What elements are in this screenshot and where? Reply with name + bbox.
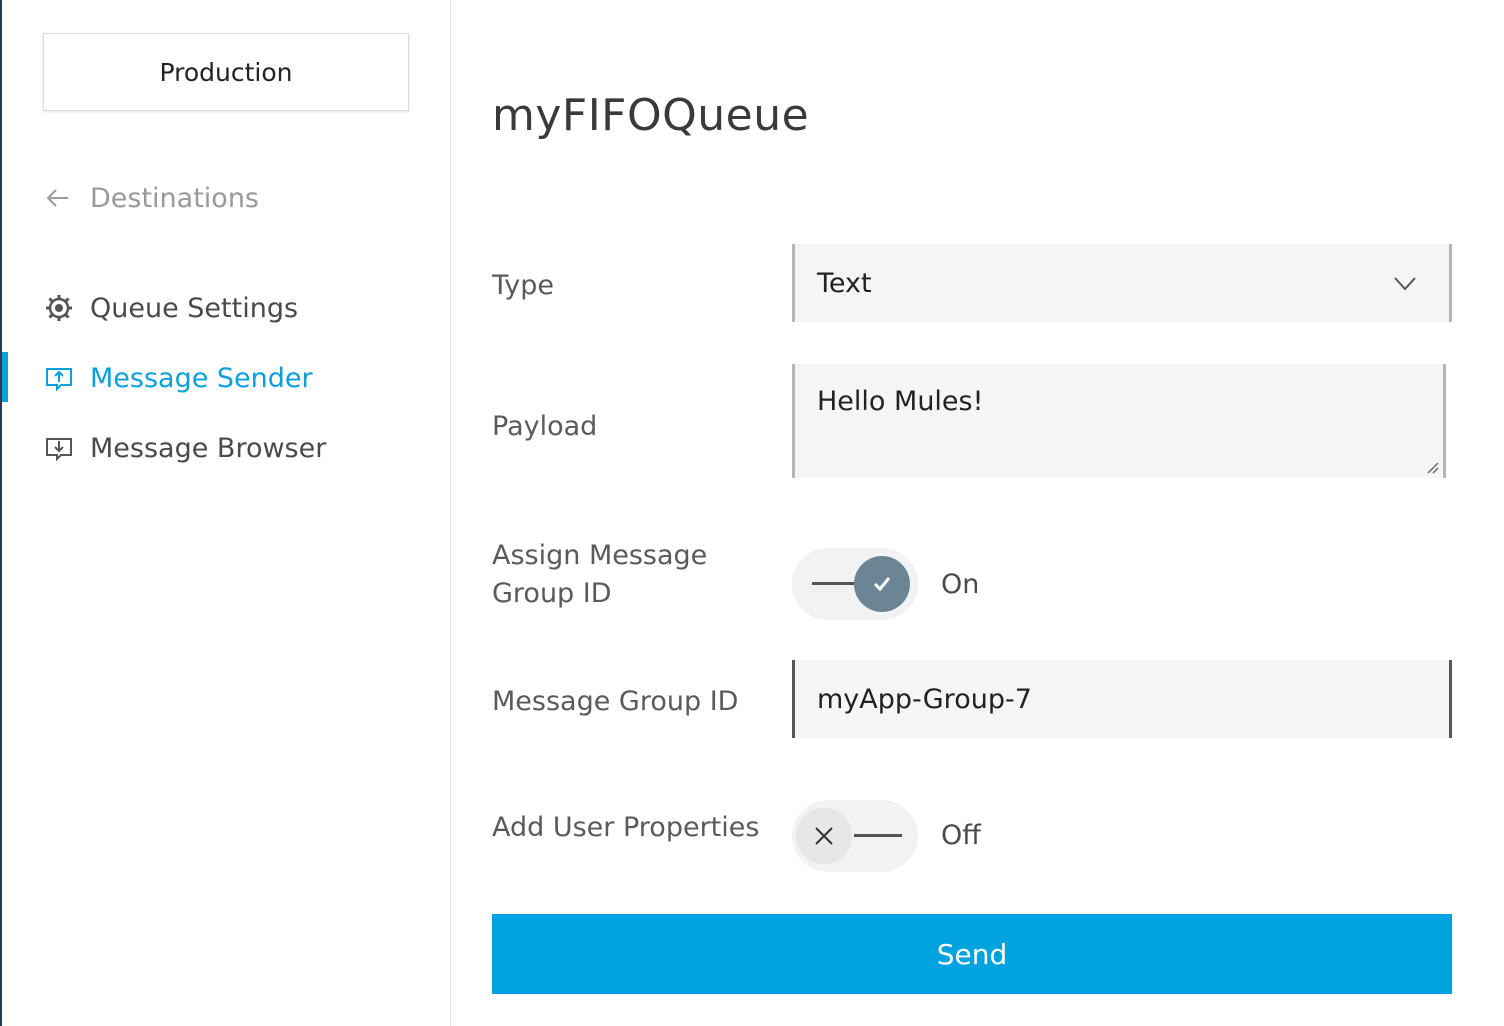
send-button-label: Send <box>936 937 1008 971</box>
environment-label: Production <box>159 57 293 87</box>
active-indicator <box>2 352 8 402</box>
back-label: Destinations <box>90 182 260 214</box>
user-props-label: Add User Properties <box>492 812 760 843</box>
payload-value: Hello Mules! <box>817 386 984 417</box>
page-title: myFIFOQueue <box>492 90 810 141</box>
toggle-knob <box>854 556 910 612</box>
gear-icon <box>44 293 74 323</box>
group-id-label: Message Group ID <box>492 686 739 717</box>
sidebar-item-label: Message Browser <box>90 432 327 464</box>
environment-selector-button[interactable]: Production <box>43 33 409 111</box>
send-button[interactable]: Send <box>492 914 1452 994</box>
type-label: Type <box>492 270 555 301</box>
assign-group-toggle[interactable] <box>792 548 918 620</box>
type-select-value: Text <box>817 267 872 299</box>
sidebar: Production Destinations Queue Settings M… <box>2 0 451 1026</box>
chevron-down-icon <box>1394 277 1416 291</box>
payload-label: Payload <box>492 411 598 442</box>
browse-messages-icon <box>44 433 74 463</box>
group-id-value: myApp-Group-7 <box>817 683 1032 715</box>
toggle-knob <box>796 808 852 864</box>
resize-grip-icon[interactable] <box>1425 460 1439 474</box>
back-to-destinations-link[interactable]: Destinations <box>44 176 259 220</box>
main-panel: myFIFOQueue Type Text Payload Hello Mule… <box>451 0 1504 1026</box>
sidebar-item-label: Queue Settings <box>90 292 299 324</box>
user-props-state: Off <box>941 820 981 851</box>
send-message-icon <box>44 363 74 393</box>
sidebar-item-message-browser[interactable]: Message Browser <box>44 426 326 470</box>
group-id-input[interactable]: myApp-Group-7 <box>792 660 1452 738</box>
arrow-left-icon <box>46 189 68 207</box>
assign-group-label: Assign Message Group ID <box>492 540 708 609</box>
payload-textarea[interactable]: Hello Mules! <box>792 364 1446 478</box>
sidebar-item-label: Message Sender <box>90 362 313 394</box>
checkmark-icon <box>873 577 891 592</box>
user-props-toggle[interactable] <box>792 800 918 872</box>
assign-group-state: On <box>941 569 980 600</box>
sidebar-item-message-sender[interactable]: Message Sender <box>44 356 313 400</box>
toggle-track <box>854 834 902 837</box>
sidebar-item-queue-settings[interactable]: Queue Settings <box>44 286 298 330</box>
type-select[interactable]: Text <box>792 244 1452 322</box>
close-icon <box>815 827 833 845</box>
